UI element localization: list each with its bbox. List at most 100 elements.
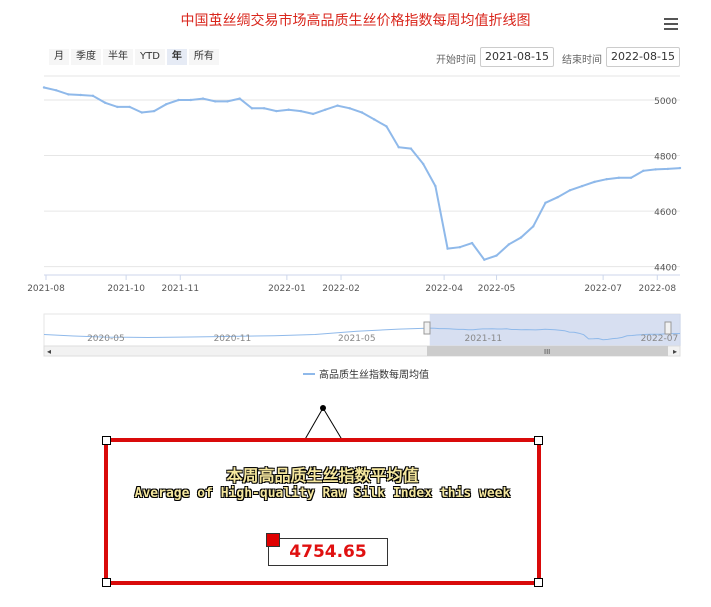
data-point[interactable] <box>177 98 180 102</box>
data-point[interactable] <box>336 104 339 107</box>
data-point[interactable] <box>91 94 95 98</box>
data-point[interactable] <box>67 93 70 96</box>
data-point[interactable] <box>287 108 290 111</box>
x-tick-label: 2022-08 <box>638 284 676 294</box>
scrollbar-right-arrow[interactable]: ▸ <box>673 347 677 356</box>
data-point[interactable] <box>262 107 266 110</box>
data-point[interactable] <box>116 105 119 109</box>
data-point[interactable] <box>421 162 425 166</box>
data-point[interactable] <box>189 98 192 102</box>
data-point[interactable] <box>483 258 486 261</box>
navigator-tick-label: 2020-05 <box>87 334 125 344</box>
data-point[interactable] <box>629 176 633 179</box>
y-tick-label: 5000 <box>654 97 677 107</box>
scrollbar-grip: III <box>544 348 550 356</box>
data-point[interactable] <box>311 112 315 116</box>
range-button-all[interactable]: 所有 <box>188 49 219 65</box>
data-point[interactable] <box>397 146 400 149</box>
data-point[interactable] <box>642 169 645 173</box>
data-point[interactable] <box>55 89 58 92</box>
range-button-quarter[interactable]: 季度 <box>71 49 101 65</box>
data-point[interactable] <box>593 180 596 184</box>
data-point[interactable] <box>532 225 535 228</box>
data-point[interactable] <box>617 176 621 179</box>
data-point[interactable] <box>324 108 327 111</box>
legend[interactable]: 高品质生丝指数每周均值 <box>0 366 711 386</box>
corner-handle <box>534 436 543 445</box>
navigator-handle-right[interactable] <box>664 321 672 335</box>
data-point[interactable] <box>250 107 254 110</box>
x-tick-label: 2022-05 <box>478 284 516 294</box>
range-selector: 月 季度 半年 YTD 年 所有 <box>49 49 221 65</box>
corner-handle <box>534 578 543 587</box>
data-point[interactable] <box>348 107 351 110</box>
start-date-input[interactable]: 2021-08-15 <box>480 47 554 67</box>
data-point[interactable] <box>165 102 168 106</box>
start-date-label: 开始时间 <box>436 55 476 66</box>
data-point[interactable] <box>446 247 449 250</box>
data-point[interactable] <box>470 241 474 245</box>
data-point[interactable] <box>654 168 657 171</box>
navigator-tick-label: 2021-11 <box>465 334 503 344</box>
chart-title: 中国茧丝绸交易市场高品质生丝价格指数每周均值折线图 <box>180 13 531 29</box>
y-tick-label: 4800 <box>654 153 677 163</box>
x-tick-label: 2022-04 <box>425 284 463 294</box>
range-button-ytd[interactable]: YTD <box>135 49 165 65</box>
weekly-average-value: 4754.65 <box>268 538 388 566</box>
data-point[interactable] <box>360 111 364 114</box>
callout-title-cn: 本周高品质生丝指数平均值 <box>226 466 419 485</box>
x-tick-label: 2022-01 <box>268 284 306 294</box>
hamburger-menu-icon[interactable] <box>664 18 678 33</box>
end-date-label: 结束时间 <box>562 55 602 66</box>
data-point[interactable] <box>678 166 682 170</box>
range-button-year[interactable]: 年 <box>166 49 187 65</box>
navigator-tick-label: 2021-05 <box>338 334 376 344</box>
navigator-tick-label: 2022-07 <box>641 334 679 344</box>
data-point[interactable] <box>201 97 205 100</box>
range-navigator[interactable]: 2020-05 2020-11 2021-05 2021-11 2022-07 ◂ ▸ … <box>0 312 711 362</box>
data-point[interactable] <box>568 189 572 192</box>
data-point[interactable] <box>580 184 584 188</box>
data-point[interactable] <box>507 243 510 246</box>
corner-handle <box>102 436 111 445</box>
data-point[interactable] <box>385 125 388 128</box>
weekly-average-callout: 本周高品质生丝指数平均值 Average of High-quality Raw… <box>102 436 543 587</box>
data-point[interactable] <box>605 177 608 181</box>
data-point[interactable] <box>214 100 217 103</box>
navigator-handle-left[interactable] <box>423 321 431 335</box>
scrollbar-left-arrow[interactable]: ◂ <box>47 347 51 356</box>
end-date-input[interactable]: 2022-08-15 <box>606 47 680 67</box>
data-point[interactable] <box>79 93 82 97</box>
data-point[interactable] <box>458 246 462 249</box>
data-point[interactable] <box>140 111 144 114</box>
data-point[interactable] <box>152 109 156 113</box>
data-point[interactable] <box>666 167 669 171</box>
legend-label[interactable]: 高品质生丝指数每周均值 <box>319 368 429 381</box>
x-tick-label: 2021-11 <box>161 284 199 294</box>
data-point[interactable] <box>544 201 547 204</box>
x-tick-label: 2022-02 <box>322 284 360 294</box>
y-tick-label: 4400 <box>654 264 677 274</box>
data-point[interactable] <box>226 100 229 103</box>
x-tick-label: 2022-07 <box>584 284 622 294</box>
data-point[interactable] <box>495 254 498 257</box>
data-point[interactable] <box>373 118 376 121</box>
range-button-half-year[interactable]: 半年 <box>103 49 133 65</box>
navigator-tick-label: 2020-11 <box>214 334 252 344</box>
corner-handle <box>102 578 111 587</box>
data-point[interactable] <box>519 236 523 239</box>
data-point[interactable] <box>42 86 46 89</box>
data-point[interactable] <box>103 101 107 104</box>
y-tick-label: 4600 <box>654 208 677 218</box>
value-marker-icon <box>266 533 280 547</box>
data-point[interactable] <box>128 105 131 109</box>
data-point[interactable] <box>299 109 303 113</box>
data-point[interactable] <box>238 97 241 100</box>
data-point[interactable] <box>556 196 559 199</box>
data-point[interactable] <box>409 147 413 150</box>
x-tick-label: 2021-10 <box>107 284 145 294</box>
data-point[interactable] <box>434 184 437 188</box>
callout-title-en: Average of High-quality Raw Silk Index t… <box>134 486 511 501</box>
range-button-month[interactable]: 月 <box>49 49 69 65</box>
data-point[interactable] <box>275 109 278 113</box>
